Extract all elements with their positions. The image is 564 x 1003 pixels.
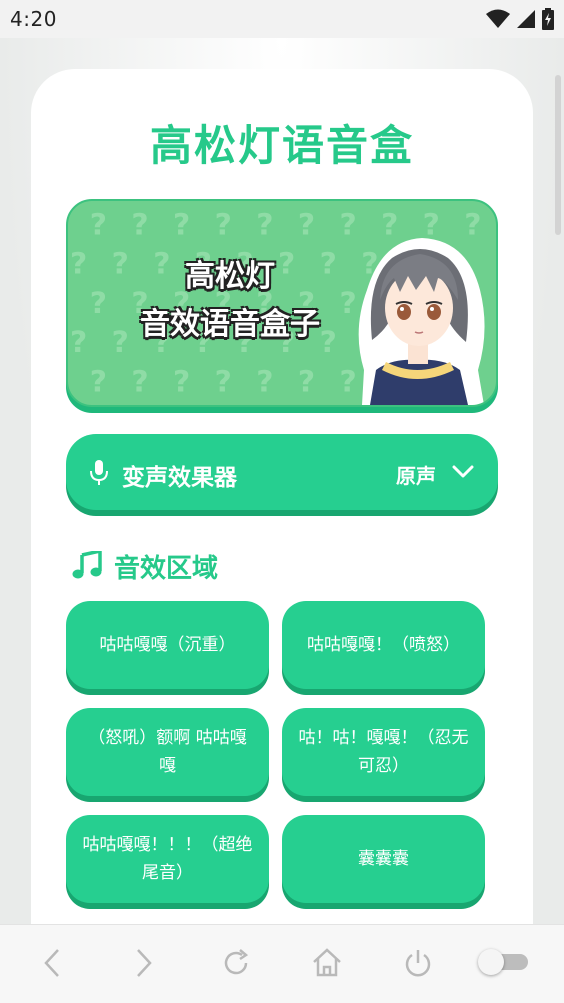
svg-text:?: ?	[215, 207, 232, 241]
sound-button[interactable]: 咕咕嘎嘎！（喷怒）	[282, 601, 485, 689]
svg-text:?: ?	[256, 364, 273, 398]
voice-changer-value: 原声	[396, 464, 436, 488]
forward-icon[interactable]	[132, 948, 154, 982]
svg-text:?: ?	[131, 207, 148, 241]
battery-icon	[542, 8, 554, 30]
sound-button[interactable]: 咕咕嘎嘎！！！（超绝尾音）	[66, 815, 269, 903]
back-icon[interactable]	[42, 948, 64, 982]
svg-text:?: ?	[298, 207, 315, 241]
sound-button[interactable]: 咕咕嘎嘎（沉重）	[66, 601, 269, 689]
svg-text:?: ?	[298, 364, 315, 398]
music-note-icon	[72, 548, 102, 583]
microphone-icon	[90, 460, 108, 490]
power-icon[interactable]	[402, 947, 434, 983]
sound-button[interactable]: 咕！咕！嘎嘎！（忍无可忍）	[282, 708, 485, 796]
voice-changer-dropdown[interactable]: 变声效果器 原声	[66, 434, 498, 510]
svg-text:?: ?	[131, 364, 148, 398]
sound-section-header: 音效区域	[72, 548, 218, 585]
status-time: 4:20	[10, 7, 57, 31]
reload-icon[interactable]	[220, 947, 252, 983]
svg-text:?: ?	[256, 207, 273, 241]
toggle-switch[interactable]	[478, 949, 530, 975]
banner-text: 高松灯 音效语音盒子	[80, 253, 380, 349]
svg-text:?: ?	[90, 207, 107, 241]
chevron-down-icon	[452, 464, 474, 483]
sound-section-title: 音效区域	[114, 554, 219, 584]
banner-line-2: 音效语音盒子	[140, 307, 320, 342]
svg-text:?: ?	[173, 207, 190, 241]
home-icon[interactable]	[311, 946, 343, 982]
status-bar: 4:20	[0, 0, 564, 38]
voice-changer-label: 变声效果器	[122, 465, 237, 491]
banner-line-1: 高松灯	[185, 259, 275, 294]
sound-button[interactable]: （怒吼）额啊 咕咕嘎嘎	[66, 708, 269, 796]
sound-button[interactable]: 囊囊囊	[282, 815, 485, 903]
toggle-knob	[478, 949, 504, 975]
character-illustration	[358, 238, 485, 405]
wifi-icon	[486, 9, 510, 29]
app-title: 高松灯语音盒	[149, 121, 414, 170]
svg-text:?: ?	[90, 364, 107, 398]
signal-icon	[516, 9, 536, 29]
hero-banner: ?????????? ?????????? ?????????? ???????…	[66, 199, 498, 407]
svg-text:?: ?	[215, 364, 232, 398]
status-icons	[486, 8, 554, 30]
svg-text:?: ?	[173, 364, 190, 398]
